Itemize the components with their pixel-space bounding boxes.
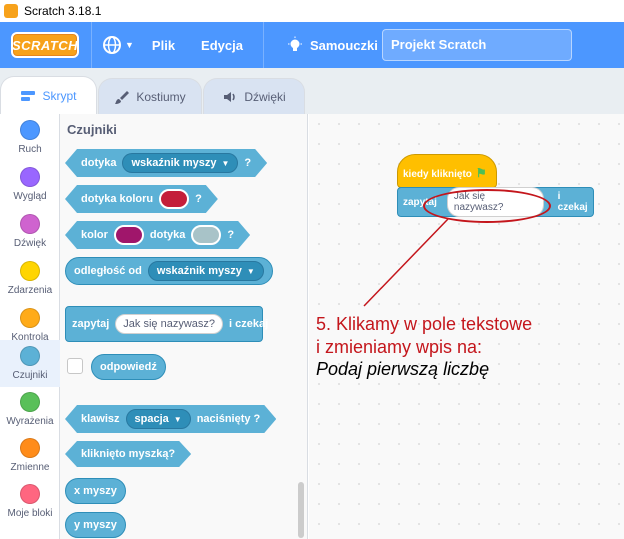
annotation-line-2: i zmieniamy wpis na: bbox=[316, 337, 483, 357]
annotation-arrow bbox=[363, 218, 449, 307]
annotation-line-3: Podaj pierwszą liczbę bbox=[316, 359, 490, 379]
annotation-line-1: 5. Klikamy w pole tekstowe bbox=[316, 314, 533, 334]
annotation-text: 5. Klikamy w pole tekstowe i zmieniamy w… bbox=[316, 313, 532, 359]
